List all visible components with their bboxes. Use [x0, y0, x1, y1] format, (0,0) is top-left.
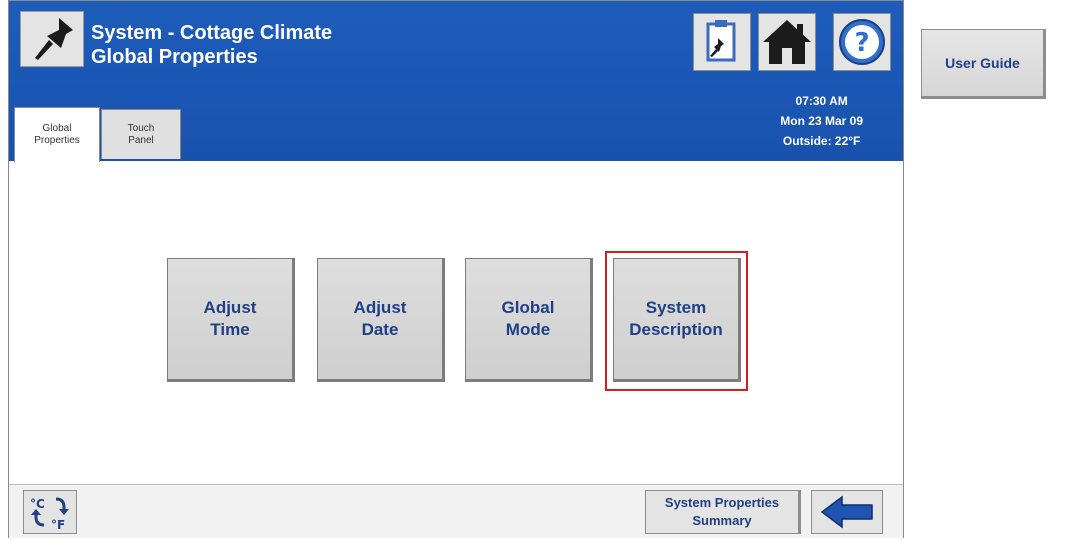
page-title: System - Cottage Climate Global Properti… [91, 21, 332, 69]
title-line-1: System - Cottage Climate [91, 22, 333, 44]
home-icon [763, 20, 811, 64]
adjust-time-label: Adjust Time [203, 298, 257, 339]
global-mode-label: Global Mode [501, 298, 555, 339]
date-display: Mon 23 Mar 09 [780, 114, 863, 128]
home-button[interactable] [758, 13, 816, 71]
help-icon: ? [839, 19, 885, 65]
main-panel: System - Cottage Climate Global Properti… [8, 0, 904, 538]
tab-touch-panel-label: Touch Panel [127, 122, 155, 146]
status-panel: 07:30 AM Mon 23 Mar 09 Outside: 22°F [780, 91, 863, 151]
back-button[interactable] [811, 490, 883, 534]
system-description-label: System Description [629, 298, 723, 339]
back-arrow-icon [820, 495, 873, 529]
system-properties-summary-button[interactable]: System Properties Summary [645, 490, 801, 534]
fahrenheit-label: °F [51, 518, 65, 532]
outside-temp: Outside: 22°F [782, 134, 861, 148]
user-guide-button[interactable]: User Guide [921, 29, 1046, 99]
adjust-time-button[interactable]: Adjust Time [167, 258, 295, 382]
system-description-button[interactable]: System Description [613, 258, 741, 382]
temperature-unit-toggle[interactable]: °C °F [23, 490, 77, 534]
pin-button[interactable] [20, 11, 84, 67]
tab-global-properties-label: Global Properties [34, 123, 80, 146]
global-mode-button[interactable]: Global Mode [465, 258, 593, 382]
clipboard-button[interactable] [693, 13, 751, 71]
pushpin-icon [35, 18, 73, 60]
help-button[interactable]: ? [833, 13, 891, 71]
adjust-date-button[interactable]: Adjust Date [317, 258, 445, 382]
header-bar: System - Cottage Climate Global Properti… [9, 1, 903, 162]
tab-touch-panel[interactable]: Touch Panel [101, 109, 181, 159]
adjust-date-label: Adjust Date [353, 298, 407, 339]
title-line-2: Global Properties [91, 46, 258, 68]
unit-swap-icon: °C °F [30, 497, 69, 532]
celsius-label: °C [30, 497, 45, 511]
time-display: 07:30 AM [795, 94, 848, 108]
tab-global-properties[interactable]: Global Properties [14, 107, 100, 162]
summary-label: System Properties Summary [664, 495, 780, 528]
clipboard-icon [706, 20, 736, 62]
svg-text:?: ? [854, 28, 869, 58]
user-guide-label: User Guide [945, 55, 1020, 71]
